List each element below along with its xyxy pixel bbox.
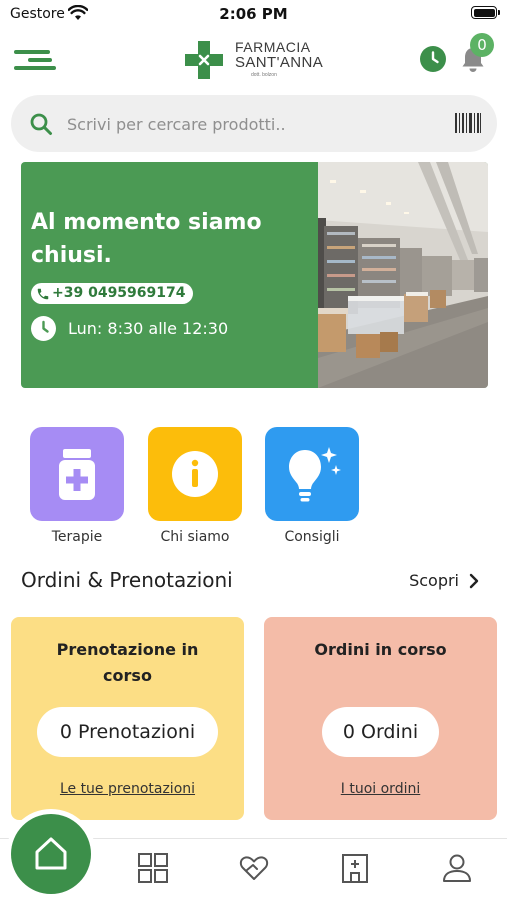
home-icon xyxy=(35,837,67,870)
therapies-shortcut[interactable]: Terapie xyxy=(30,427,124,545)
clock-icon xyxy=(31,316,56,341)
phone-link[interactable]: +39 0495969174 xyxy=(31,283,193,304)
search-bar[interactable] xyxy=(11,95,497,152)
opening-hours-text: Lun: 8:30 alle 12:30 xyxy=(68,319,229,338)
advice-shortcut[interactable]: Consigli xyxy=(265,427,359,545)
pharmacy-building-icon xyxy=(342,854,368,883)
bookings-card[interactable]: Prenotazione in corso 0 Prenotazioni Le … xyxy=(11,617,244,820)
logo-line1: FARMACIA xyxy=(235,39,311,55)
nav-health[interactable] xyxy=(238,852,270,884)
about-us-label: Chi siamo xyxy=(160,529,230,545)
bookings-count[interactable]: 0 Prenotazioni xyxy=(37,707,218,757)
store-closed-text: Al momento siamo chiusi. xyxy=(31,210,262,268)
pharmacy-interior-photo xyxy=(318,162,488,388)
my-orders-link[interactable]: I tuoi ordini xyxy=(264,781,497,797)
clock-time: 2:06 PM xyxy=(219,5,288,23)
advice-label: Consigli xyxy=(284,529,340,545)
orders-card-title: Ordini in corso xyxy=(314,640,447,659)
clock-icon xyxy=(431,51,439,64)
logo-text: FARMACIA SANT'ANNA dott. bolzon xyxy=(235,39,323,79)
phone-icon xyxy=(37,288,49,299)
chevron-right-icon xyxy=(469,573,479,588)
heart-hand-icon xyxy=(239,856,269,880)
nav-categories[interactable] xyxy=(137,852,169,884)
bookings-card-title: Prenotazione in corso xyxy=(56,640,199,685)
search-icon xyxy=(30,113,52,135)
section-title: Ordini & Prenotazioni xyxy=(21,568,233,592)
opening-hours: Lun: 8:30 alle 12:30 xyxy=(31,316,228,341)
therapies-tile xyxy=(30,427,124,521)
pharmacy-cross-icon xyxy=(185,41,223,79)
nav-home[interactable] xyxy=(11,814,91,894)
menu-button[interactable] xyxy=(14,46,58,74)
lightbulb-icon xyxy=(289,447,341,502)
my-bookings-link[interactable]: Le tue prenotazioni xyxy=(11,781,244,797)
user-icon xyxy=(443,854,471,882)
medicine-jar-icon xyxy=(59,449,95,500)
notification-count-badge: 0 xyxy=(470,33,494,57)
logo-line2: SANT'ANNA xyxy=(235,54,324,71)
about-us-shortcut[interactable]: Chi siamo xyxy=(148,427,242,545)
nav-pharmacy[interactable] xyxy=(339,852,371,884)
discover-label: Scopri xyxy=(409,571,459,590)
opening-hours-button[interactable] xyxy=(420,46,446,72)
barcode-scan-icon[interactable] xyxy=(455,111,481,135)
about-us-tile xyxy=(148,427,242,521)
discover-link[interactable]: Scopri xyxy=(409,571,479,590)
phone-number: +39 0495969174 xyxy=(52,285,186,301)
menu-line-icon xyxy=(28,58,52,62)
menu-line-icon xyxy=(14,66,56,70)
orders-count[interactable]: 0 Ordini xyxy=(322,707,439,757)
search-input[interactable] xyxy=(67,110,437,138)
advice-tile xyxy=(265,427,359,521)
therapies-label: Terapie xyxy=(51,529,103,545)
status-bar: Gestore 2:06 PM xyxy=(0,0,507,28)
orders-card[interactable]: Ordini in corso 0 Ordini I tuoi ordini xyxy=(264,617,497,820)
pharmacy-logo: FARMACIA SANT'ANNA dott. bolzon xyxy=(183,38,328,82)
grid-icon xyxy=(138,853,168,883)
logo-subtitle: dott. bolzon xyxy=(251,72,277,78)
nav-profile[interactable] xyxy=(441,852,473,884)
store-status-banner: Al momento siamo chiusi. +39 0495969174 … xyxy=(21,162,488,388)
info-icon xyxy=(172,451,218,497)
menu-line-icon xyxy=(14,50,50,54)
battery-icon xyxy=(471,6,500,19)
